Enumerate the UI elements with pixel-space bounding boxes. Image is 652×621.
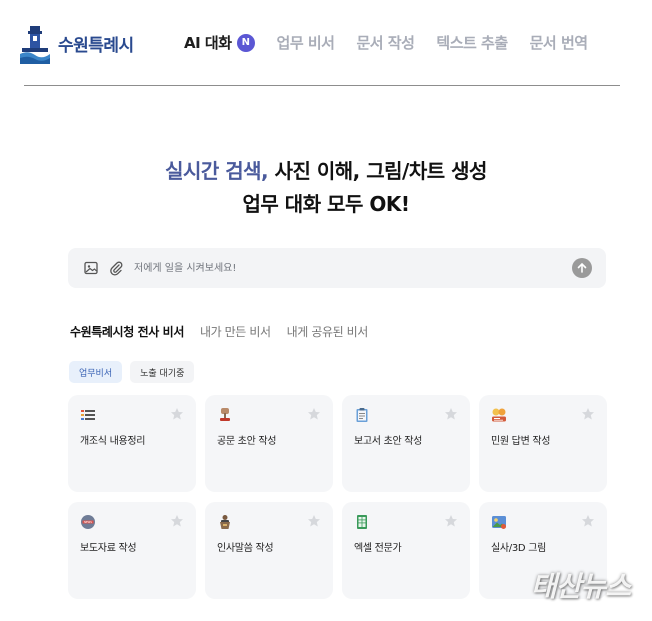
hero-heading: 실시간 검색, 사진 이해, 그림/차트 생성 업무 대화 모두 OK! — [0, 155, 652, 221]
card-greeting-speech[interactable]: 인사말씀 작성 — [205, 502, 333, 599]
nav-document-writing[interactable]: 문서 작성 — [356, 32, 414, 53]
clipboard-icon — [356, 408, 368, 422]
chip-work-assistant[interactable]: 업무비서 — [69, 361, 123, 383]
nav-text-extraction[interactable]: 텍스트 추출 — [436, 32, 508, 53]
hero-accent-text: 실시간 검색, — [165, 159, 269, 183]
top-nav: AI 대화 N 업무 비서 문서 작성 텍스트 추출 문서 번역 — [184, 32, 610, 53]
logo[interactable]: 수원특례시 — [20, 22, 134, 64]
podium-icon — [220, 515, 230, 529]
card-press-release[interactable]: NEWS 보도자료 작성 — [68, 502, 196, 599]
star-icon[interactable] — [444, 407, 458, 421]
prompt-input[interactable] — [134, 258, 554, 278]
news-icon: NEWS — [81, 515, 95, 529]
card-label: 공문 초안 작성 — [217, 436, 277, 447]
card-label: 보고서 초안 작성 — [354, 436, 423, 447]
assistant-tabs: 수원특례시청 전사 비서 내가 만든 비서 내게 공유된 비서 — [70, 323, 368, 340]
picture-icon — [492, 516, 506, 529]
star-icon[interactable] — [170, 514, 184, 528]
svg-text:NEWS: NEWS — [84, 520, 92, 524]
logo-text: 수원특례시 — [58, 35, 134, 56]
filter-chips: 업무비서 노출 대기중 — [69, 361, 195, 383]
header-divider — [24, 85, 620, 86]
card-excel-expert[interactable]: 엑셀 전문가 — [342, 502, 470, 599]
hero-line-1: 실시간 검색, 사진 이해, 그림/차트 생성 — [0, 155, 652, 188]
chip-pending-exposure[interactable]: 노출 대기중 — [130, 361, 195, 383]
hero-line-2: 업무 대화 모두 OK! — [242, 192, 410, 216]
spreadsheet-icon — [357, 515, 367, 529]
card-official-doc-draft[interactable]: 공문 초안 작성 — [205, 395, 333, 492]
header: 수원특례시 AI 대화 N 업무 비서 문서 작성 텍스트 추출 문서 번역 — [0, 0, 652, 86]
card-label: 보도자료 작성 — [80, 543, 137, 554]
nav-ai-chat-label: AI 대화 — [184, 34, 232, 52]
image-icon[interactable] — [83, 260, 99, 276]
nav-ai-chat[interactable]: AI 대화 N — [184, 32, 255, 53]
prompt-bar — [68, 248, 606, 288]
nav-work-assistant[interactable]: 업무 비서 — [277, 32, 335, 53]
list-icon — [81, 410, 95, 420]
card-label: 개조식 내용정리 — [80, 436, 146, 447]
paperclip-icon[interactable] — [108, 260, 124, 276]
tab-company-assistant[interactable]: 수원특례시청 전사 비서 — [70, 323, 184, 340]
arrow-up-icon — [577, 262, 587, 273]
card-label: 엑셀 전문가 — [354, 543, 402, 554]
news-watermark: 태산뉴스 — [530, 570, 631, 603]
star-icon[interactable] — [170, 407, 184, 421]
lighthouse-logo-icon — [20, 22, 50, 64]
card-label: 민원 답변 작성 — [491, 436, 551, 447]
hero-line-1-rest: 사진 이해, 그림/차트 생성 — [268, 159, 488, 183]
tab-shared-assistants[interactable]: 내게 공유된 비서 — [287, 323, 369, 340]
card-report-draft[interactable]: 보고서 초안 작성 — [342, 395, 470, 492]
card-civil-complaint-reply[interactable]: 민원 답변 작성 — [479, 395, 607, 492]
chat-people-icon — [492, 408, 506, 422]
star-icon[interactable] — [581, 514, 595, 528]
nav-document-translation[interactable]: 문서 번역 — [530, 32, 588, 53]
new-badge: N — [236, 33, 255, 52]
card-bullet-summary[interactable]: 개조식 내용정리 — [68, 395, 196, 492]
card-label: 인사말씀 작성 — [217, 543, 274, 554]
star-icon[interactable] — [307, 407, 321, 421]
star-icon[interactable] — [307, 514, 321, 528]
card-label: 실사/3D 그림 — [491, 543, 547, 554]
star-icon[interactable] — [581, 407, 595, 421]
stamp-icon — [220, 408, 230, 421]
send-button[interactable] — [572, 258, 592, 278]
tab-my-assistants[interactable]: 내가 만든 비서 — [200, 323, 271, 340]
star-icon[interactable] — [444, 514, 458, 528]
